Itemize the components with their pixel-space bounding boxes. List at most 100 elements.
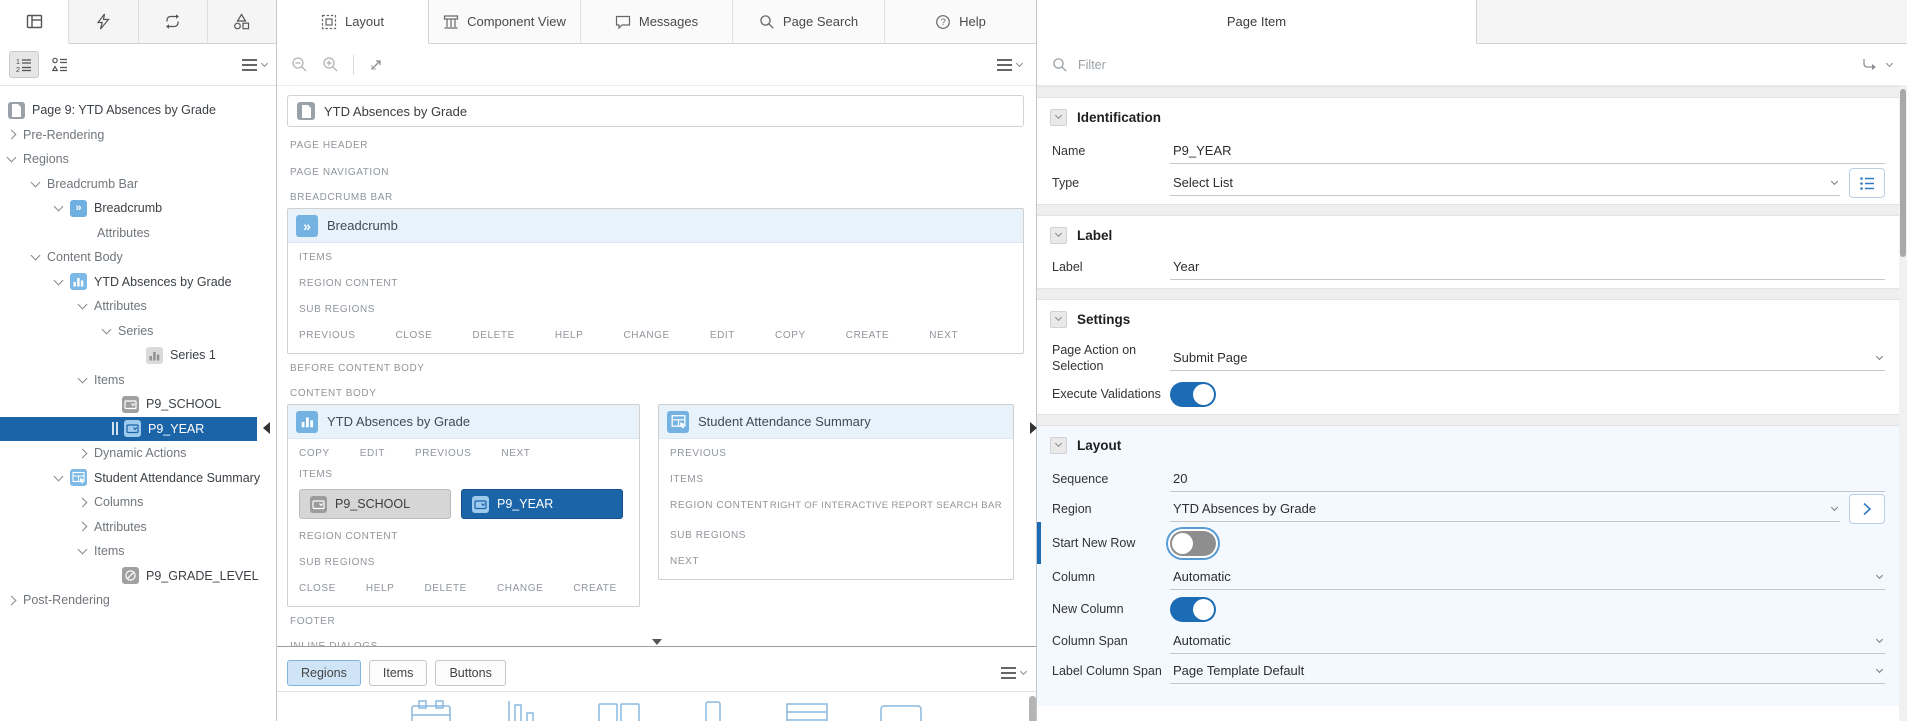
start-new-row-toggle[interactable] <box>1170 531 1216 556</box>
collapse-section-button[interactable] <box>1050 311 1067 328</box>
gallery-tab-regions[interactable]: Regions <box>287 660 361 686</box>
name-field[interactable]: P9_YEAR <box>1170 138 1885 164</box>
tree-node-attributes[interactable]: Attributes <box>0 294 276 319</box>
report-region-header[interactable]: Student Attendance Summary <box>659 405 1013 439</box>
tree-node-chart-region[interactable]: YTD Absences by Grade <box>0 270 276 295</box>
collapse-right-panel-handle[interactable] <box>1030 422 1037 434</box>
chevron-down-icon[interactable] <box>1886 59 1893 66</box>
pos-next[interactable]: NEXT <box>501 448 530 459</box>
order-by-sequence-button[interactable]: 12 <box>9 51 39 78</box>
tree-node-regions[interactable]: Regions <box>0 147 276 172</box>
tree-node-content-body[interactable]: Content Body <box>0 245 276 270</box>
zoom-in-button[interactable] <box>322 56 339 73</box>
type-select[interactable]: Select List <box>1170 170 1840 196</box>
expand-button[interactable] <box>368 57 384 73</box>
label-field[interactable]: Year <box>1170 254 1885 280</box>
tab-page-search[interactable]: Page Search <box>733 0 885 43</box>
execute-validations-toggle[interactable] <box>1170 382 1216 407</box>
canvas-report-region[interactable]: Student Attendance Summary PREVIOUS ITEM… <box>658 404 1014 580</box>
scrollbar-thumb[interactable] <box>1900 89 1906 257</box>
pos-previous[interactable]: PREVIOUS <box>299 330 355 341</box>
column-span-select[interactable]: Automatic <box>1170 628 1885 654</box>
slot-sub-regions[interactable]: SUB REGIONS <box>670 518 1002 548</box>
tree-node-series[interactable]: Series <box>0 319 276 344</box>
gallery-scrollbar[interactable] <box>1029 696 1036 721</box>
pos-next[interactable]: NEXT <box>670 548 1002 574</box>
tree-node-p9-grade-level[interactable]: P9_GRADE_LEVEL <box>0 564 276 589</box>
tree-node-report-region[interactable]: Student Attendance Summary <box>0 466 276 491</box>
pos-next[interactable]: NEXT <box>929 330 958 341</box>
canvas-item-p9-school[interactable]: P9_SCHOOL <box>299 489 451 519</box>
zoom-out-button[interactable] <box>291 56 308 73</box>
gallery-tab-items[interactable]: Items <box>369 660 428 686</box>
canvas-breadcrumb-region[interactable]: » Breadcrumb ITEMS REGION CONTENT SUB RE… <box>287 208 1024 354</box>
tree-node-p9-school[interactable]: P9_SCHOOL <box>0 392 276 417</box>
region-gallery[interactable] <box>277 691 1036 721</box>
chart-region-header[interactable]: YTD Absences by Grade <box>288 405 639 439</box>
layout-menu-button[interactable] <box>997 56 1022 74</box>
tree-node-pre-rendering[interactable]: Pre-Rendering <box>0 123 276 148</box>
tree-node-items[interactable]: Items <box>0 368 276 393</box>
slot-page-header[interactable]: PAGE HEADER <box>287 131 1024 158</box>
column-select[interactable]: Automatic <box>1170 564 1885 590</box>
gallery-menu-button[interactable] <box>1001 664 1026 682</box>
pos-delete[interactable]: DELETE <box>472 330 515 341</box>
group-by-type-button[interactable] <box>45 51 75 78</box>
tree-menu-button[interactable] <box>242 56 267 74</box>
pos-close[interactable]: CLOSE <box>395 330 432 341</box>
label-column-span-select[interactable]: Page Template Default <box>1170 658 1885 684</box>
tree-node-breadcrumb[interactable]: » Breadcrumb <box>0 196 276 221</box>
tab-messages[interactable]: Messages <box>581 0 733 43</box>
slot-before-content-body[interactable]: BEFORE CONTENT BODY <box>287 354 1024 381</box>
pos-help[interactable]: HELP <box>555 330 584 341</box>
slot-items[interactable]: ITEMS <box>670 466 1002 492</box>
slot-region-content[interactable]: REGION CONTENT <box>299 270 1012 296</box>
gallery-region-thumb[interactable] <box>785 699 829 721</box>
tab-processing[interactable] <box>139 0 208 43</box>
tab-help[interactable]: ? Help <box>885 0 1036 43</box>
slot-footer[interactable]: FOOTER <box>287 607 1024 634</box>
pos-close[interactable]: CLOSE <box>299 583 336 594</box>
pos-copy[interactable]: COPY <box>299 448 330 459</box>
tab-page-item[interactable]: Page Item <box>1037 0 1477 44</box>
pos-change[interactable]: CHANGE <box>497 583 543 594</box>
property-scrollbar[interactable] <box>1899 86 1907 721</box>
pos-create[interactable]: CREATE <box>846 330 889 341</box>
pos-create[interactable]: CREATE <box>573 583 616 594</box>
pos-copy[interactable]: COPY <box>775 330 806 341</box>
slot-content-body[interactable]: CONTENT BODY <box>287 381 1024 404</box>
pos-edit[interactable]: EDIT <box>360 448 385 459</box>
gallery-tab-buttons[interactable]: Buttons <box>435 660 505 686</box>
go-to-region-button[interactable] <box>1849 494 1885 524</box>
slot-region-content[interactable]: REGION CONTENT <box>299 523 628 549</box>
pos-change[interactable]: CHANGE <box>623 330 669 341</box>
collapse-section-button[interactable] <box>1050 109 1067 126</box>
quick-pick-button[interactable] <box>1849 168 1885 198</box>
sequence-field[interactable]: 20 <box>1170 466 1885 492</box>
pos-previous[interactable]: PREVIOUS <box>415 448 471 459</box>
canvas-chart-region[interactable]: YTD Absences by Grade COPY EDIT PREVIOUS… <box>287 404 640 607</box>
tab-rendering[interactable] <box>0 0 69 44</box>
tree-node-page[interactable]: Page 9: YTD Absences by Grade <box>0 98 276 123</box>
tree-node-attributes[interactable]: Attributes <box>0 515 276 540</box>
tree-node-breadcrumb-bar[interactable]: Breadcrumb Bar <box>0 172 276 197</box>
collapse-section-button[interactable] <box>1050 437 1067 454</box>
gallery-region-thumb[interactable] <box>879 699 923 721</box>
gallery-region-thumb[interactable] <box>691 699 735 721</box>
tree-node-items[interactable]: Items <box>0 539 276 564</box>
pos-help[interactable]: HELP <box>366 583 395 594</box>
gallery-splitter[interactable] <box>277 646 1036 655</box>
collapse-left-panel-handle[interactable] <box>263 422 270 434</box>
new-column-toggle[interactable] <box>1170 597 1216 622</box>
tab-component-view[interactable]: Component View <box>429 0 581 43</box>
slot-sub-regions[interactable]: SUB REGIONS <box>299 549 628 575</box>
goto-group-icon[interactable] <box>1861 57 1877 72</box>
gallery-region-thumb[interactable] <box>409 699 453 721</box>
breadcrumb-region-header[interactable]: » Breadcrumb <box>288 209 1023 243</box>
pos-edit[interactable]: EDIT <box>710 330 735 341</box>
tree-node-attributes[interactable]: Attributes <box>0 221 276 246</box>
tab-layout[interactable]: Layout <box>277 0 429 44</box>
slot-page-navigation[interactable]: PAGE NAVIGATION <box>287 158 1024 185</box>
tree-node-p9-year[interactable]: P9_YEAR <box>0 417 257 442</box>
pos-delete[interactable]: DELETE <box>424 583 467 594</box>
